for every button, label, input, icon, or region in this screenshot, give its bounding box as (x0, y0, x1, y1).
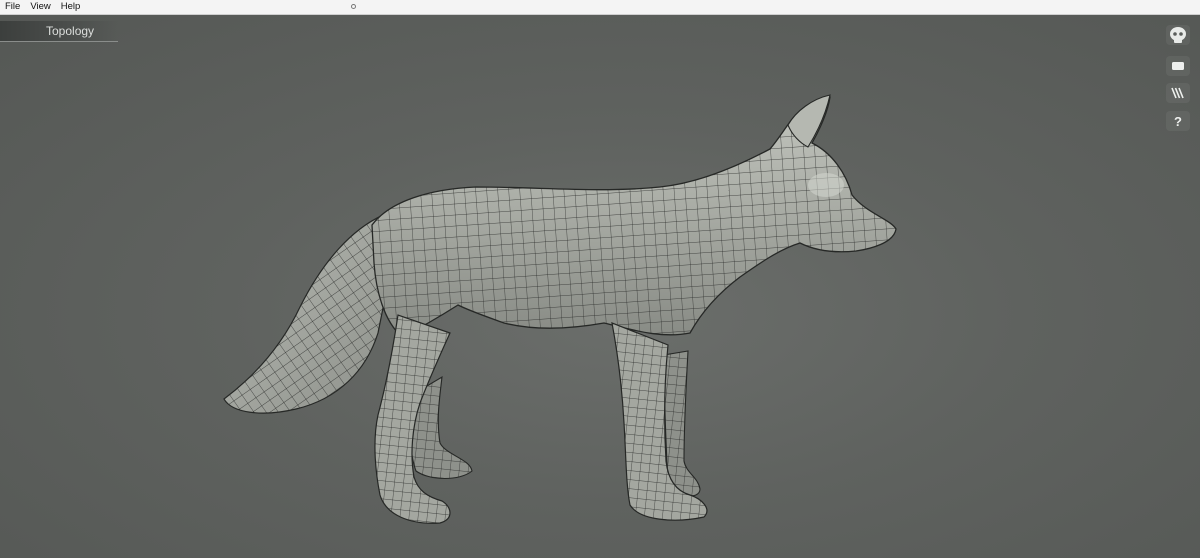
menu-help[interactable]: Help (56, 0, 86, 14)
drag-handle-icon[interactable] (351, 4, 356, 9)
fox-body (371, 94, 897, 338)
menu-bar: File View Help (0, 0, 1200, 15)
menu-view[interactable]: View (25, 0, 55, 14)
menu-file[interactable]: File (0, 0, 25, 14)
fox-model[interactable] (0, 15, 1200, 558)
fox-tail (223, 212, 395, 414)
3d-viewport[interactable]: Topology ? (0, 15, 1200, 558)
